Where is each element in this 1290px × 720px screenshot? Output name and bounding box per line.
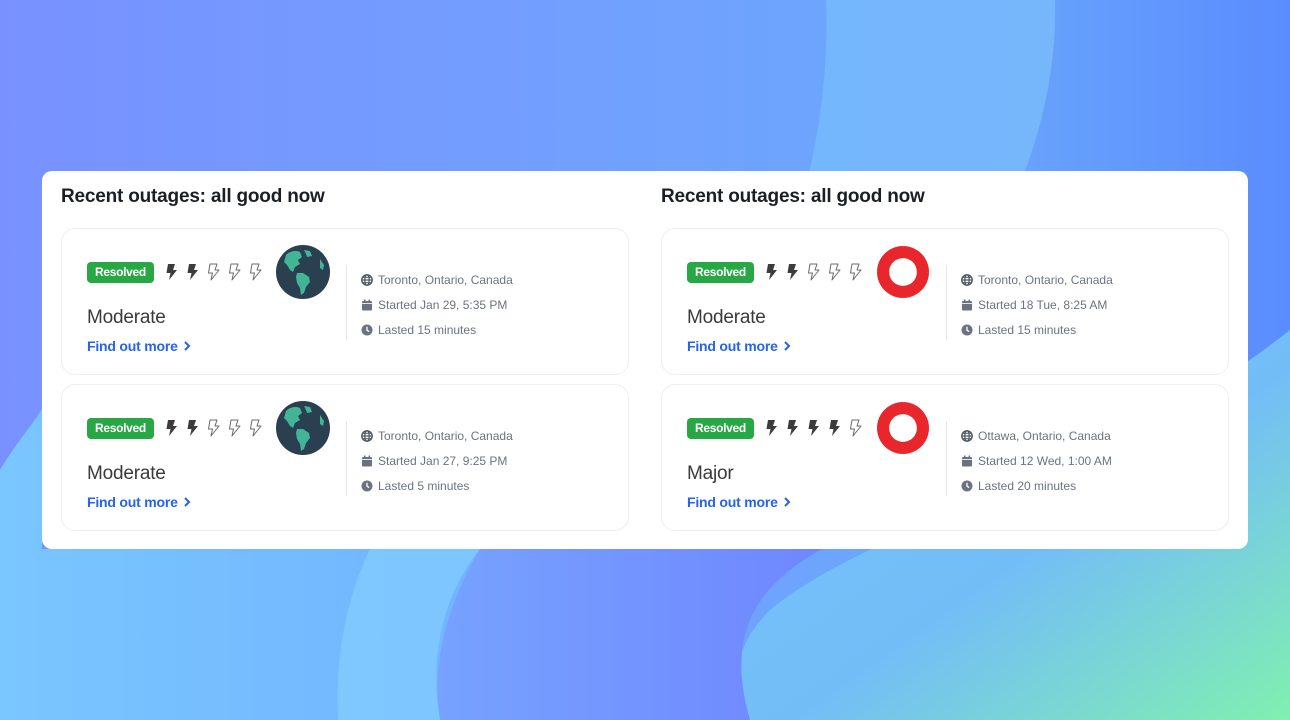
outage-details: Ottawa, Ontario, Canada Started 12 Wed, … bbox=[961, 423, 1112, 498]
bolt-filled-icon bbox=[829, 420, 840, 436]
bolt-outline-icon bbox=[250, 263, 262, 281]
outage-details: Toronto, Ontario, Canada Started Jan 27,… bbox=[361, 423, 513, 498]
location-text: Toronto, Ontario, Canada bbox=[378, 272, 513, 287]
bolt-outline-icon bbox=[208, 419, 220, 437]
outage-details: Toronto, Ontario, Canada Started Jan 29,… bbox=[361, 267, 513, 342]
started-text: Started Jan 29, 5:35 PM bbox=[378, 297, 508, 312]
find-out-more-label: Find out more bbox=[687, 338, 778, 354]
severity-bolts bbox=[163, 419, 263, 437]
status-badge: Resolved bbox=[687, 418, 754, 439]
section-title: Recent outages: all good now bbox=[61, 186, 325, 207]
clock-icon bbox=[361, 480, 373, 491]
chevron-right-icon bbox=[184, 341, 191, 351]
rogers-logo-icon bbox=[877, 246, 929, 298]
location-text: Toronto, Ontario, Canada bbox=[978, 272, 1113, 287]
started-text: Started Jan 27, 9:25 PM bbox=[378, 453, 508, 468]
outages-panel: Recent outages: all good now Resolved Mo… bbox=[42, 171, 1248, 549]
card-divider bbox=[346, 265, 347, 340]
find-out-more-link[interactable]: Find out more bbox=[687, 338, 791, 354]
severity-label: Moderate bbox=[87, 307, 166, 328]
bolt-outline-icon bbox=[250, 419, 262, 437]
chevron-right-icon bbox=[184, 497, 191, 507]
started-text: Started 18 Tue, 8:25 AM bbox=[978, 297, 1108, 312]
bolt-filled-icon bbox=[766, 420, 777, 436]
outage-card: Resolved Major Find out more Ottawa, Ont… bbox=[661, 384, 1229, 531]
globe-small-icon bbox=[361, 273, 373, 286]
severity-bolts bbox=[163, 263, 263, 281]
card-divider bbox=[346, 421, 347, 496]
globe-icon bbox=[276, 401, 330, 455]
severity-label: Moderate bbox=[687, 307, 766, 328]
lasted-text: Lasted 15 minutes bbox=[378, 322, 477, 337]
started-row: Started 18 Tue, 8:25 AM bbox=[961, 292, 1113, 317]
lasted-row: Lasted 15 minutes bbox=[961, 317, 1113, 342]
severity-label: Moderate bbox=[87, 463, 166, 484]
location-text: Toronto, Ontario, Canada bbox=[378, 428, 513, 443]
outage-card: Resolved Moderate Find out more Toronto,… bbox=[661, 228, 1229, 375]
status-badge: Resolved bbox=[87, 418, 154, 439]
lasted-row: Lasted 15 minutes bbox=[361, 317, 513, 342]
find-out-more-label: Find out more bbox=[87, 338, 178, 354]
status-badge: Resolved bbox=[87, 262, 154, 283]
bolt-outline-icon bbox=[229, 419, 241, 437]
severity-label: Major bbox=[687, 463, 734, 484]
clock-icon bbox=[961, 480, 973, 491]
started-text: Started 12 Wed, 1:00 AM bbox=[978, 453, 1112, 468]
globe-icon bbox=[276, 245, 330, 299]
rogers-logo-icon bbox=[877, 402, 929, 454]
location-row: Toronto, Ontario, Canada bbox=[961, 267, 1113, 292]
bolt-outline-icon bbox=[229, 263, 241, 281]
location-text: Ottawa, Ontario, Canada bbox=[978, 428, 1111, 443]
calendar-icon bbox=[362, 299, 372, 310]
bolt-outline-icon bbox=[850, 419, 862, 437]
clock-icon bbox=[361, 324, 373, 335]
started-row: Started Jan 29, 5:35 PM bbox=[361, 292, 513, 317]
find-out-more-link[interactable]: Find out more bbox=[87, 494, 191, 510]
find-out-more-label: Find out more bbox=[87, 494, 178, 510]
bolt-outline-icon bbox=[808, 263, 820, 281]
bolt-filled-icon bbox=[808, 420, 819, 436]
bolt-outline-icon bbox=[208, 263, 220, 281]
lasted-text: Lasted 20 minutes bbox=[978, 478, 1077, 493]
bolt-outline-icon bbox=[829, 263, 841, 281]
started-row: Started 12 Wed, 1:00 AM bbox=[961, 448, 1112, 473]
outage-card: Resolved Moderate Find out more Toronto,… bbox=[61, 228, 629, 375]
section-title: Recent outages: all good now bbox=[661, 186, 925, 207]
chevron-right-icon bbox=[784, 341, 791, 351]
severity-bolts bbox=[763, 263, 863, 281]
chevron-right-icon bbox=[784, 497, 791, 507]
bolt-filled-icon bbox=[787, 264, 798, 280]
bolt-filled-icon bbox=[166, 264, 177, 280]
location-row: Toronto, Ontario, Canada bbox=[361, 267, 513, 292]
bolt-outline-icon bbox=[850, 263, 862, 281]
status-badge: Resolved bbox=[687, 262, 754, 283]
outage-card: Resolved Moderate Find out more Toronto,… bbox=[61, 384, 629, 531]
bolt-filled-icon bbox=[187, 264, 198, 280]
globe-small-icon bbox=[961, 273, 973, 286]
lasted-row: Lasted 5 minutes bbox=[361, 473, 513, 498]
severity-bolts bbox=[763, 419, 863, 437]
calendar-icon bbox=[362, 455, 372, 466]
find-out-more-link[interactable]: Find out more bbox=[87, 338, 191, 354]
bolt-filled-icon bbox=[766, 264, 777, 280]
card-divider bbox=[946, 421, 947, 496]
find-out-more-label: Find out more bbox=[687, 494, 778, 510]
location-row: Ottawa, Ontario, Canada bbox=[961, 423, 1112, 448]
find-out-more-link[interactable]: Find out more bbox=[687, 494, 791, 510]
card-divider bbox=[946, 265, 947, 340]
started-row: Started Jan 27, 9:25 PM bbox=[361, 448, 513, 473]
bolt-filled-icon bbox=[166, 420, 177, 436]
lasted-row: Lasted 20 minutes bbox=[961, 473, 1112, 498]
globe-small-icon bbox=[361, 429, 373, 442]
lasted-text: Lasted 15 minutes bbox=[978, 322, 1077, 337]
globe-small-icon bbox=[961, 429, 973, 442]
bolt-filled-icon bbox=[187, 420, 198, 436]
lasted-text: Lasted 5 minutes bbox=[378, 478, 470, 493]
location-row: Toronto, Ontario, Canada bbox=[361, 423, 513, 448]
outage-details: Toronto, Ontario, Canada Started 18 Tue,… bbox=[961, 267, 1113, 342]
bolt-filled-icon bbox=[787, 420, 798, 436]
calendar-icon bbox=[962, 455, 972, 466]
clock-icon bbox=[961, 324, 973, 335]
calendar-icon bbox=[962, 299, 972, 310]
